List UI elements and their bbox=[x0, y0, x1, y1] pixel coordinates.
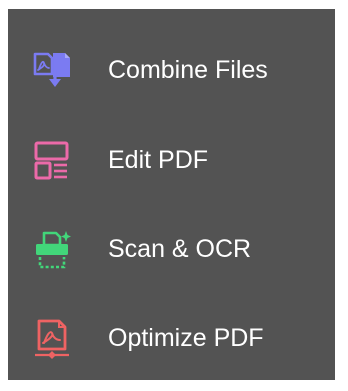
combine-files-icon bbox=[33, 52, 70, 87]
tool-optimize-pdf[interactable]: Optimize PDF bbox=[8, 309, 335, 365]
tool-label: Edit PDF bbox=[108, 146, 209, 174]
tool-edit-pdf[interactable]: Edit PDF bbox=[8, 131, 335, 187]
edit-pdf-icon bbox=[34, 141, 69, 180]
tools-panel: Combine Files Edit PDF Scan & OCR Optimi… bbox=[8, 9, 335, 380]
tool-label: Optimize PDF bbox=[108, 324, 264, 352]
tool-list: Combine Files Edit PDF Scan & OCR Optimi… bbox=[8, 9, 335, 380]
tool-combine-files[interactable]: Combine Files bbox=[8, 41, 335, 97]
optimize-pdf-icon bbox=[35, 319, 69, 359]
scan-ocr-icon bbox=[36, 231, 71, 269]
tool-label: Scan & OCR bbox=[108, 235, 252, 263]
tool-label: Combine Files bbox=[108, 56, 268, 84]
tool-scan-ocr[interactable]: Scan & OCR bbox=[8, 220, 335, 276]
